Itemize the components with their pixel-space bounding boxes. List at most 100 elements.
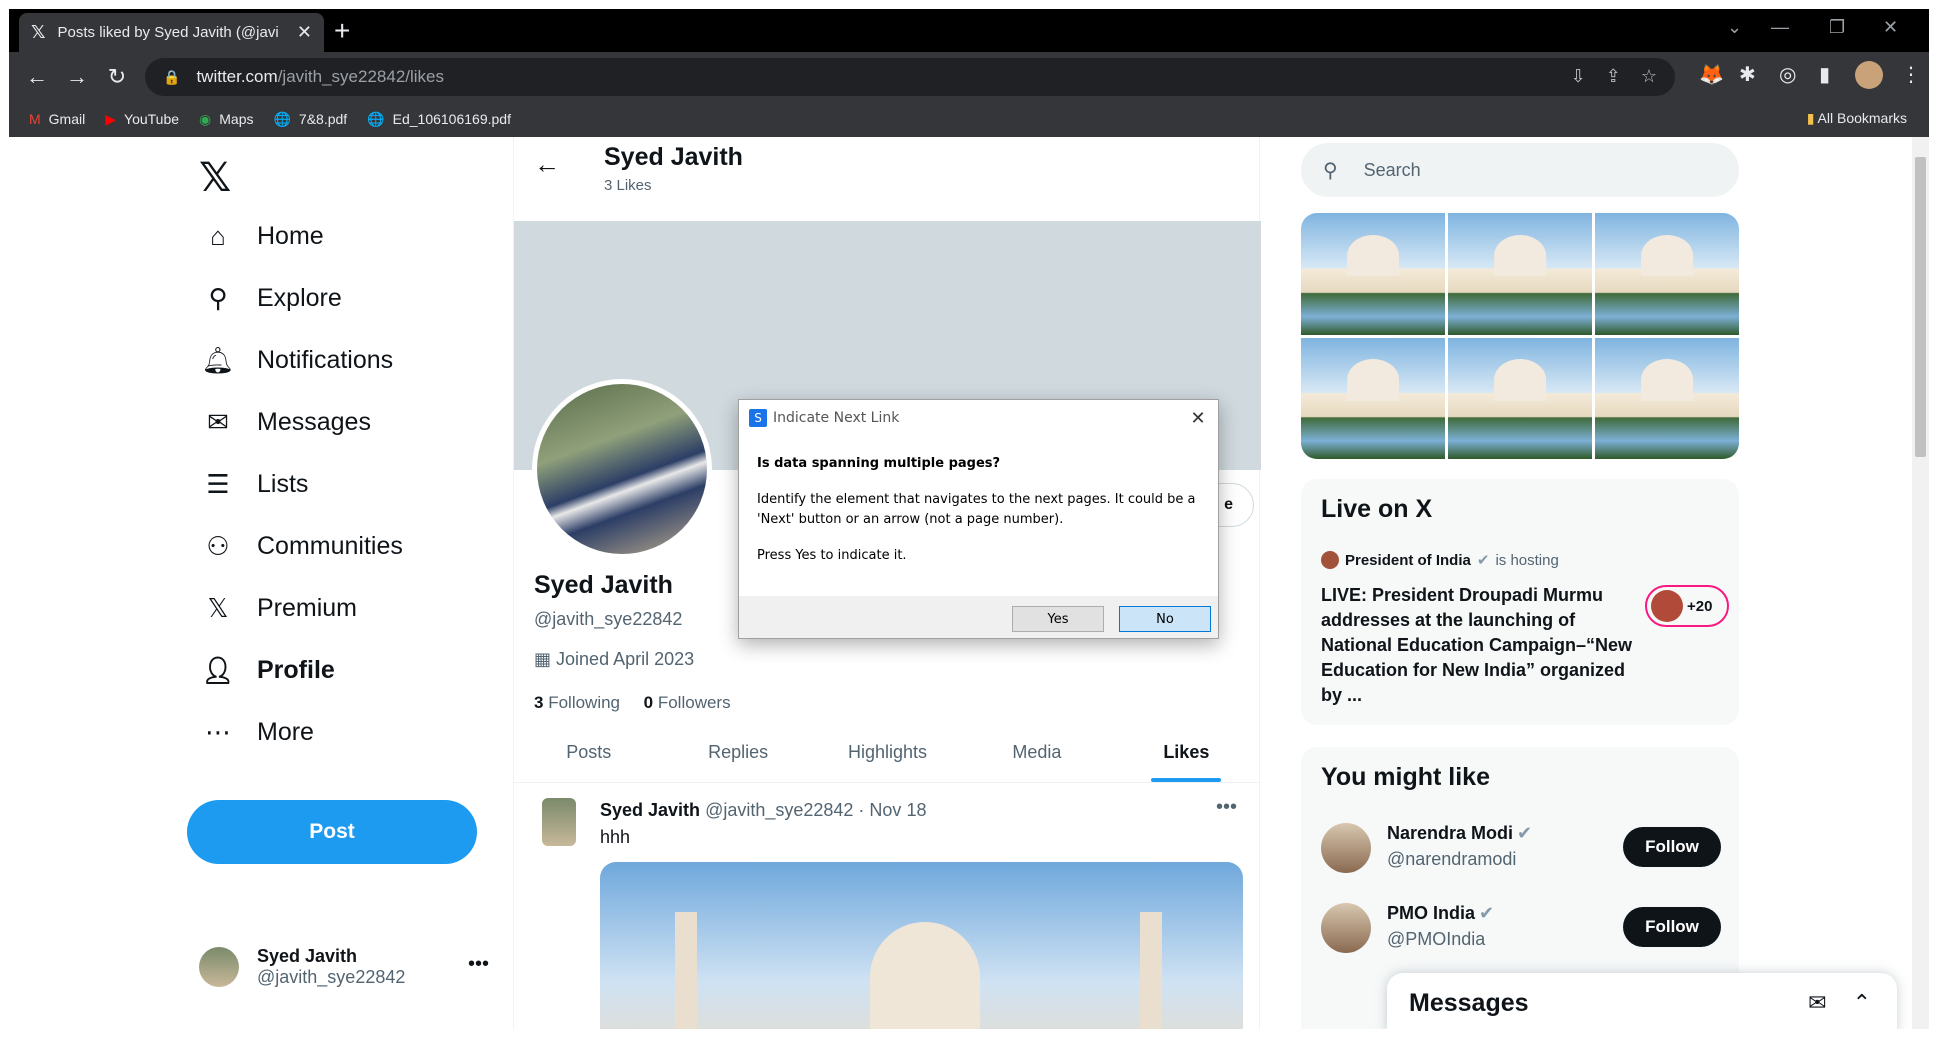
extensions-icon[interactable]: ✱ bbox=[1739, 62, 1756, 87]
media-thumbnail[interactable] bbox=[1595, 213, 1739, 335]
media-thumbnail[interactable] bbox=[1301, 213, 1445, 335]
search-input[interactable]: ⚲ Search bbox=[1301, 143, 1739, 197]
list-icon: ☰ bbox=[206, 469, 230, 499]
live-on-x-card[interactable]: Live on X President of India ✔ is hostin… bbox=[1301, 479, 1739, 725]
person-icon: 👤︎ bbox=[201, 655, 235, 685]
account-handle: @javith_sye22842 bbox=[257, 967, 406, 987]
profile-media-grid[interactable] bbox=[1301, 213, 1739, 459]
menu-icon[interactable]: ⋮ bbox=[1901, 62, 1921, 87]
address-bar[interactable]: 🔒 twitter.com/javith_sye22842/likes ⇩ ⇪ … bbox=[145, 58, 1675, 96]
metamask-icon[interactable]: 🦊 bbox=[1699, 62, 1724, 87]
dialog-titlebar[interactable]: S Indicate Next Link ✕ bbox=[739, 400, 1218, 436]
joined-date: ▦ Joined April 2023 bbox=[534, 649, 695, 669]
might-like-title: You might like bbox=[1321, 763, 1490, 791]
more-icon[interactable]: ••• bbox=[1216, 796, 1237, 819]
account-switcher[interactable]: Syed Javith @javith_sye22842 ••• bbox=[199, 937, 489, 997]
avatar[interactable] bbox=[542, 798, 576, 846]
follow-button[interactable]: Follow bbox=[1623, 907, 1721, 947]
nav-explore[interactable]: ⚲ Explore bbox=[199, 283, 341, 314]
scrollbar[interactable] bbox=[1912, 137, 1929, 1029]
bookmark-gmail[interactable]: M Gmail bbox=[29, 111, 85, 127]
tab-likes[interactable]: Likes bbox=[1112, 723, 1261, 782]
media-thumbnail[interactable] bbox=[1448, 213, 1592, 335]
search-placeholder: Search bbox=[1363, 159, 1421, 180]
profile-avatar[interactable] bbox=[532, 379, 712, 559]
minimize-icon[interactable]: — bbox=[1771, 17, 1789, 38]
restore-icon[interactable]: ❐ bbox=[1829, 17, 1845, 38]
install-icon[interactable]: ⇩ bbox=[1571, 66, 1586, 87]
dialog-description: Identify the element that navigates to t… bbox=[757, 492, 1196, 527]
account-name: Syed Javith bbox=[257, 946, 358, 966]
new-tab-icon[interactable]: + bbox=[334, 15, 350, 47]
avatar[interactable] bbox=[1321, 903, 1371, 953]
app-icon: S bbox=[749, 409, 767, 427]
browser-tab[interactable]: 𝕏 Posts liked by Syed Javith (@javi ✕ bbox=[19, 13, 324, 52]
profile-tabs: Posts Replies Highlights Media Likes bbox=[514, 723, 1261, 783]
post-image[interactable] bbox=[600, 862, 1243, 1029]
media-thumbnail[interactable] bbox=[1595, 337, 1739, 459]
search-icon: ⚲ bbox=[1323, 159, 1338, 182]
x-logo-icon[interactable]: 𝕏 bbox=[199, 155, 231, 201]
tab-search-icon[interactable]: ⌄ bbox=[1727, 17, 1742, 38]
header-name: Syed Javith bbox=[604, 143, 743, 171]
messages-drawer[interactable]: Messages ✉ ⌃ bbox=[1387, 973, 1897, 1029]
liked-post[interactable]: Syed Javith @javith_sye22842 · Nov 18 ••… bbox=[514, 784, 1261, 1029]
all-bookmarks[interactable]: ▮ All Bookmarks bbox=[1807, 110, 1907, 127]
dialog-question: Is data spanning multiple pages? bbox=[757, 456, 1001, 471]
yes-button[interactable]: Yes bbox=[1012, 606, 1104, 632]
verified-icon: ✔ bbox=[1479, 903, 1495, 923]
nav-more[interactable]: ⋯ More bbox=[199, 717, 314, 748]
share-icon[interactable]: ⇪ bbox=[1606, 66, 1621, 87]
side-panel-icon[interactable]: ▮ bbox=[1819, 62, 1830, 87]
star-icon[interactable]: ☆ bbox=[1641, 66, 1657, 87]
tab-replies[interactable]: Replies bbox=[663, 723, 812, 782]
lock-icon[interactable]: 🔒 bbox=[163, 69, 180, 86]
post-button[interactable]: Post bbox=[187, 800, 477, 864]
more-icon[interactable]: ••• bbox=[468, 953, 489, 976]
bookmark-pdf-1[interactable]: 🌐 7&8.pdf bbox=[273, 111, 347, 128]
nav-profile[interactable]: 👤︎ Profile bbox=[199, 655, 334, 686]
x-logo-icon: 𝕏 bbox=[207, 593, 229, 623]
tab-posts[interactable]: Posts bbox=[514, 723, 663, 782]
bookmark-youtube[interactable]: ▶ YouTube bbox=[105, 111, 179, 128]
nav-lists[interactable]: ☰ Lists bbox=[199, 469, 308, 500]
live-listeners-badge[interactable]: +20 bbox=[1645, 585, 1729, 627]
following-link[interactable]: 3 Following bbox=[534, 693, 620, 712]
search-icon: ⚲ bbox=[208, 283, 228, 313]
no-button[interactable]: No bbox=[1119, 606, 1211, 632]
avatar[interactable] bbox=[1321, 823, 1371, 873]
close-window-icon[interactable]: ✕ bbox=[1883, 17, 1898, 38]
bookmark-pdf-2[interactable]: 🌐 Ed_106106169.pdf bbox=[367, 111, 511, 128]
live-description: LIVE: President Droupadi Murmu addresses… bbox=[1321, 585, 1633, 705]
close-tab-icon[interactable]: ✕ bbox=[297, 22, 312, 43]
reload-icon[interactable]: ↻ bbox=[97, 64, 137, 90]
nav-messages[interactable]: ✉ Messages bbox=[199, 407, 371, 438]
live-host: President of India ✔ is hosting bbox=[1321, 551, 1559, 569]
media-thumbnail[interactable] bbox=[1301, 337, 1445, 459]
expand-icon[interactable]: ⌃ bbox=[1853, 990, 1871, 1016]
suggestion-item[interactable]: Narendra Modi ✔ @narendramodi Follow bbox=[1321, 817, 1721, 877]
new-message-icon[interactable]: ✉ bbox=[1808, 990, 1826, 1016]
tab-media[interactable]: Media bbox=[962, 723, 1111, 782]
maps-icon: ◉ bbox=[199, 110, 212, 127]
nav-notifications[interactable]: 🔔︎ Notifications bbox=[199, 345, 393, 376]
suggestion-item[interactable]: PMO India ✔ @PMOIndia Follow bbox=[1321, 897, 1721, 957]
nav-communities[interactable]: ⚇ Communities bbox=[199, 531, 403, 562]
media-thumbnail[interactable] bbox=[1448, 337, 1592, 459]
calendar-icon: ▦ bbox=[534, 649, 552, 669]
follow-button[interactable]: Follow bbox=[1623, 827, 1721, 867]
avatar bbox=[199, 947, 239, 987]
close-icon[interactable]: ✕ bbox=[1178, 408, 1218, 429]
tab-highlights[interactable]: Highlights bbox=[813, 723, 962, 782]
forward-icon[interactable]: → bbox=[57, 64, 97, 90]
profile-avatar-icon[interactable] bbox=[1855, 61, 1883, 89]
back-icon[interactable]: ← bbox=[17, 64, 57, 90]
post-author[interactable]: Syed Javith bbox=[600, 800, 700, 820]
nav-premium[interactable]: 𝕏 Premium bbox=[199, 593, 358, 624]
followers-link[interactable]: 0 Followers bbox=[644, 693, 731, 712]
back-arrow-icon[interactable]: ← bbox=[534, 149, 560, 180]
bookmark-maps[interactable]: ◉ Maps bbox=[199, 111, 253, 128]
dialog-title: Indicate Next Link bbox=[773, 410, 900, 426]
nav-home[interactable]: ⌂ Home bbox=[199, 221, 324, 252]
performance-icon[interactable]: ◎ bbox=[1779, 62, 1796, 87]
